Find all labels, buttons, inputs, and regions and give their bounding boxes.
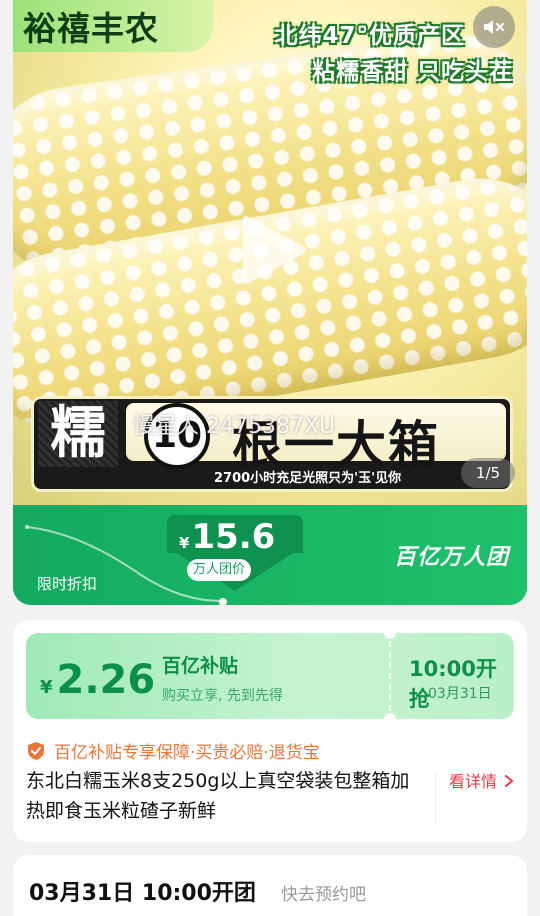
coupon-divider bbox=[389, 641, 391, 711]
banner-sub: 2700小时充足光照只为'玉'见你 bbox=[214, 471, 402, 486]
play-icon[interactable] bbox=[239, 210, 309, 290]
limited-label: 限时折扣 bbox=[37, 575, 98, 593]
reservation-hint: 快去预约吧 bbox=[281, 885, 366, 905]
reservation-card[interactable]: 03月31日 10:00开团 快去预约吧 bbox=[13, 855, 527, 916]
guarantee-row[interactable]: 百亿补贴专享保障·买贵必赔·退货宝 bbox=[26, 738, 320, 763]
product-info-card: ¥2.26 百亿补贴 购买立享, 先到先得 10:00开抢 03月31日 百亿补… bbox=[13, 620, 527, 842]
watermark: 慢星人 2475387XU bbox=[133, 414, 336, 439]
coupon-notch-bottom bbox=[384, 713, 396, 719]
guarantee-text: 百亿补贴专享保障·买贵必赔·退货宝 bbox=[54, 743, 320, 763]
sale-date: 03月31日 bbox=[428, 686, 492, 702]
slogan-line2: 粘糯香甜 只吃头茬 bbox=[311, 59, 513, 85]
mute-button[interactable] bbox=[473, 6, 515, 48]
product-video[interactable]: 裕禧丰农 北纬47°优质产区 粘糯香甜 只吃头茬 糯 10 根一大箱 2700小… bbox=[13, 0, 527, 505]
group-price-label: 万人团价 bbox=[187, 559, 252, 581]
detail-label: 看详情 bbox=[449, 772, 498, 791]
subsidy-coupon[interactable]: ¥2.26 百亿补贴 购买立享, 先到先得 10:00开抢 03月31日 bbox=[26, 633, 514, 719]
shield-icon bbox=[28, 741, 44, 760]
mute-icon bbox=[484, 20, 504, 34]
brand-text: 裕禧丰农 bbox=[23, 9, 159, 48]
reservation-time: 03月31日 10:00开团 bbox=[29, 881, 256, 906]
banner-char: 糯 bbox=[38, 401, 118, 467]
subsidy-price: ¥2.26 bbox=[40, 657, 156, 703]
coupon-notch-top bbox=[384, 633, 396, 639]
group-price: ¥15.6 bbox=[179, 517, 276, 557]
page-counter: 1/5 bbox=[461, 458, 515, 488]
product-media-card: 裕禧丰农 北纬47°优质产区 粘糯香甜 只吃头茬 糯 10 根一大箱 2700小… bbox=[13, 0, 527, 605]
product-title: 东北白糯玉米8支250g以上真空袋装包整箱加热即食玉米粒碴子新鲜 bbox=[26, 770, 410, 822]
subsidy-desc: 购买立享, 先到先得 bbox=[162, 688, 283, 704]
brand-group-logo: 百亿万人团 bbox=[393, 545, 509, 570]
group-price-tag: ¥15.6 万人团价 bbox=[165, 513, 305, 591]
title-divider bbox=[435, 772, 436, 824]
slogan-line1: 北纬47°优质产区 bbox=[274, 23, 465, 49]
chevron-right-icon bbox=[505, 775, 514, 787]
price-strip: 限时折扣 ¥15.6 万人团价 百亿万人团 bbox=[13, 505, 527, 605]
subsidy-title: 百亿补贴 bbox=[162, 655, 239, 677]
detail-link[interactable]: 看详情 bbox=[449, 768, 514, 792]
